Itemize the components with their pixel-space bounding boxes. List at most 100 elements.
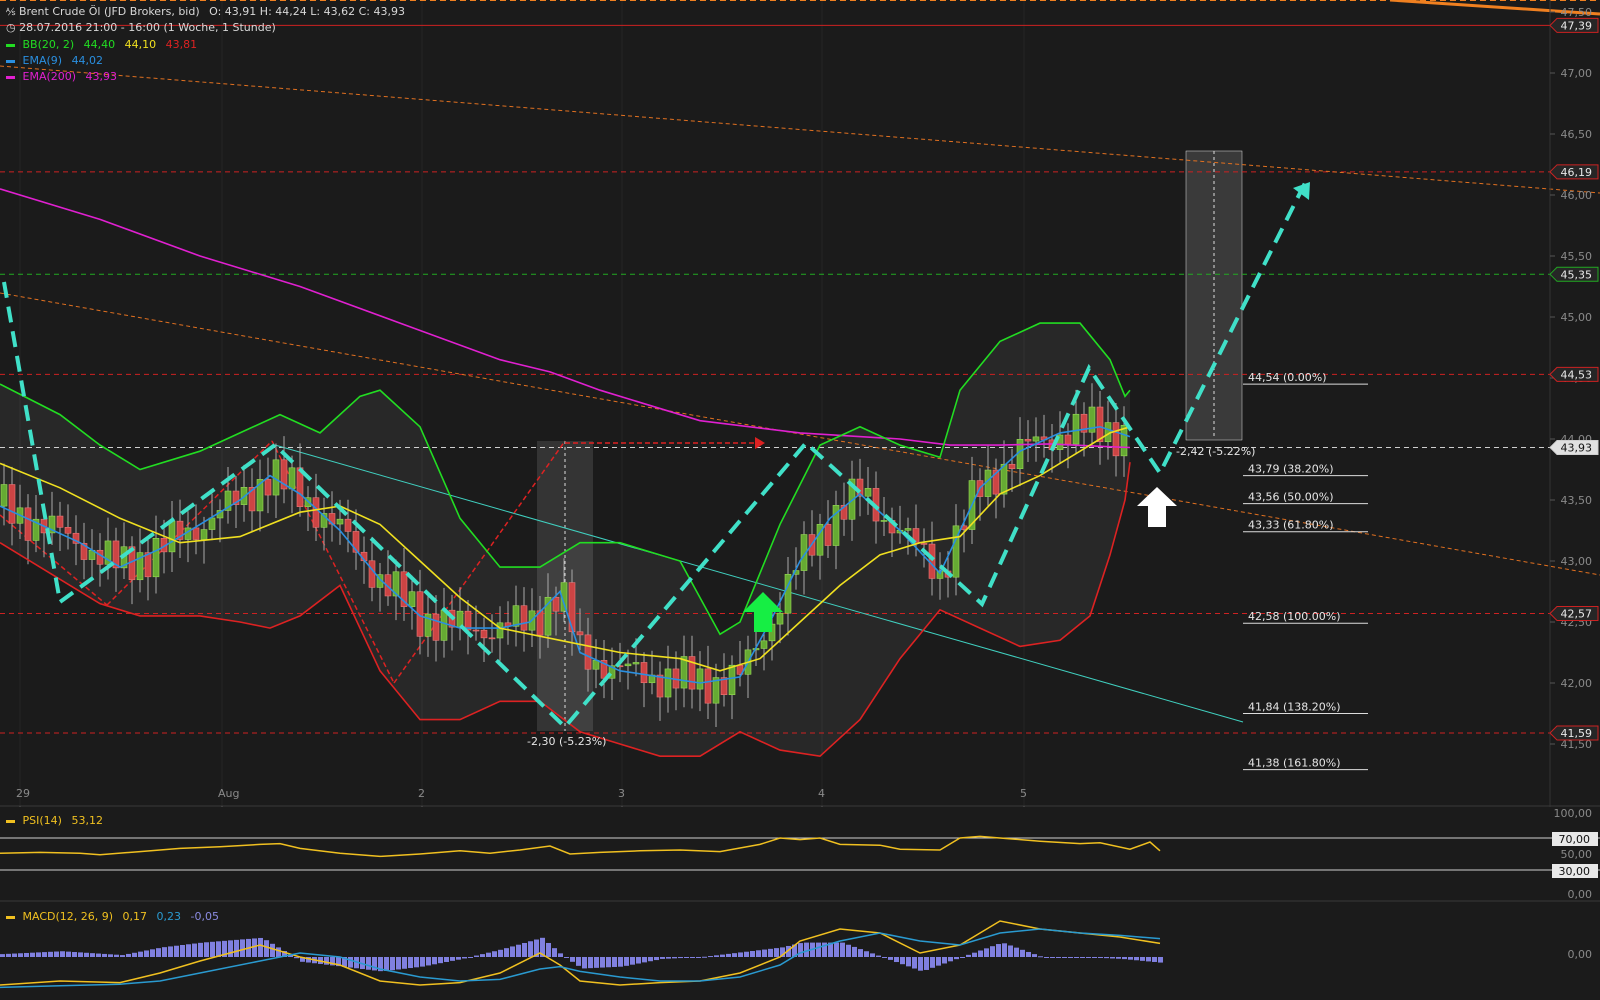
- macd-histogram-bar: [156, 948, 161, 957]
- macd-histogram-bar: [894, 957, 899, 963]
- candle-body: [144, 552, 152, 578]
- macd-histogram-bar: [420, 957, 425, 967]
- macd-histogram-bar: [942, 957, 947, 964]
- rsi-tick-50: 50,00: [1561, 848, 1593, 861]
- legend-macd[interactable]: MACD(12, 26, 9) 0,17 0,23 -0,05: [6, 910, 219, 923]
- ema9-label: EMA(9): [22, 54, 63, 67]
- candle-body: [432, 613, 440, 641]
- macd-histogram-bar: [258, 937, 263, 957]
- macd-value-2: 0,23: [156, 910, 182, 923]
- macd-histogram-bar: [414, 957, 419, 968]
- macd-histogram-bar: [30, 952, 35, 957]
- candle-body: [1032, 436, 1040, 442]
- macd-histogram-bar: [24, 952, 29, 957]
- macd-histogram-bar: [888, 957, 893, 960]
- macd-histogram-bar: [18, 953, 23, 957]
- macd-histogram-bar: [966, 954, 971, 957]
- macd-histogram-bar: [138, 951, 143, 957]
- candle-body: [824, 524, 832, 546]
- candle-body: [168, 520, 176, 553]
- time-tick: 3: [618, 787, 625, 800]
- legend-ema9[interactable]: EMA(9) 44,02: [6, 54, 103, 67]
- candle-body: [760, 640, 768, 649]
- macd-histogram-bar: [1098, 957, 1103, 958]
- macd-histogram-bar: [1062, 957, 1067, 958]
- macd-histogram-bar: [648, 957, 653, 962]
- legend-rsi[interactable]: PSI(14) 53,12: [6, 814, 103, 827]
- macd-histogram-bar: [918, 957, 923, 971]
- macd-histogram-bar: [1116, 957, 1121, 959]
- macd-histogram-bar: [102, 953, 107, 957]
- price-chart[interactable]: 44,54 (0.00%) 43,79 (38.20%) 43,56 (50.00%…: [0, 0, 1600, 1000]
- macd-histogram-bar: [696, 957, 701, 958]
- bb-swatch: [6, 43, 15, 47]
- macd-histogram-bar: [624, 957, 629, 966]
- header-line-1: ⅍ Brent Crude Öl (JFD Brokers, bid) O: 4…: [6, 5, 405, 18]
- macd-histogram-bar: [210, 941, 215, 957]
- candle-body: [0, 484, 8, 507]
- candle-body: [1072, 413, 1080, 445]
- candle-body: [624, 663, 632, 667]
- candle-body: [664, 668, 672, 698]
- macd-histogram-bar: [174, 945, 179, 957]
- macd-histogram-bar: [1002, 943, 1007, 957]
- macd-histogram-bar: [1086, 957, 1091, 958]
- macd-histogram-bar: [714, 955, 719, 957]
- legend-ema200[interactable]: EMA(200) 43,93: [6, 70, 117, 83]
- time-tick: 29: [16, 787, 30, 800]
- macd-histogram-bar: [906, 957, 911, 967]
- macd-histogram-bar: [924, 957, 929, 970]
- macd-histogram-bar: [816, 942, 821, 957]
- measure-label-2: -2,42 (-5.22%): [1176, 445, 1255, 458]
- macd-histogram-bar: [720, 954, 725, 957]
- macd-swatch: [6, 915, 15, 919]
- macd-histogram-bar: [600, 957, 605, 968]
- macd-histogram-bar: [144, 950, 149, 957]
- macd-histogram-bar: [204, 942, 209, 957]
- macd-histogram-bar: [654, 957, 659, 961]
- macd-histogram-bar: [744, 951, 749, 957]
- time-tick: 5: [1020, 787, 1027, 800]
- macd-histogram-bar: [498, 949, 503, 957]
- candle-body: [440, 609, 448, 641]
- macd-histogram-bar: [708, 956, 713, 958]
- chart-type-icon[interactable]: ⅍: [6, 7, 15, 18]
- macd-histogram-bar: [474, 955, 479, 957]
- candle-body: [64, 527, 72, 534]
- macd-histogram-bar: [48, 951, 53, 957]
- macd-histogram-bar: [984, 948, 989, 957]
- ema9-swatch: [6, 59, 15, 63]
- macd-label: MACD(12, 26, 9): [22, 910, 114, 923]
- candle-body: [1112, 422, 1120, 457]
- legend-bb[interactable]: BB(20, 2) 44,40 44,10 43,81: [6, 38, 197, 51]
- price-tag: 46,19: [1561, 166, 1593, 179]
- rsi-label: PSI(14): [22, 814, 62, 827]
- macd-histogram-bar: [990, 946, 995, 957]
- price-tick: 45,50: [1561, 250, 1593, 263]
- rsi-panel: 100,00 70,00 50,00 30,00 0,00: [0, 807, 1600, 902]
- macd-histogram-bar: [558, 953, 563, 957]
- price-tick: 46,50: [1561, 128, 1593, 141]
- price-tag: 45,35: [1561, 268, 1593, 281]
- macd-histogram-bar: [78, 952, 83, 957]
- macd-histogram-bar: [606, 957, 611, 968]
- macd-histogram-bar: [132, 952, 137, 957]
- macd-histogram-bar: [750, 951, 755, 957]
- macd-histogram-bar: [192, 943, 197, 957]
- macd-histogram-bar: [996, 944, 1001, 957]
- macd-histogram-bar: [228, 940, 233, 957]
- macd-histogram-bar: [384, 957, 389, 971]
- instrument-name: Brent Crude Öl (JFD Brokers, bid): [18, 5, 200, 18]
- candle-body: [312, 497, 320, 528]
- candle-body: [776, 612, 784, 625]
- candle-body: [264, 479, 272, 496]
- macd-histogram-bar: [564, 957, 569, 958]
- macd-histogram-bar: [774, 948, 779, 957]
- macd-histogram-bar: [594, 957, 599, 968]
- macd-histogram-bar: [876, 955, 881, 957]
- candle-body: [584, 634, 592, 670]
- macd-histogram-bar: [1122, 957, 1127, 960]
- rsi-tag-30: 30,00: [1559, 865, 1591, 878]
- macd-histogram-bar: [264, 940, 269, 957]
- price-tag: 47,39: [1561, 19, 1593, 32]
